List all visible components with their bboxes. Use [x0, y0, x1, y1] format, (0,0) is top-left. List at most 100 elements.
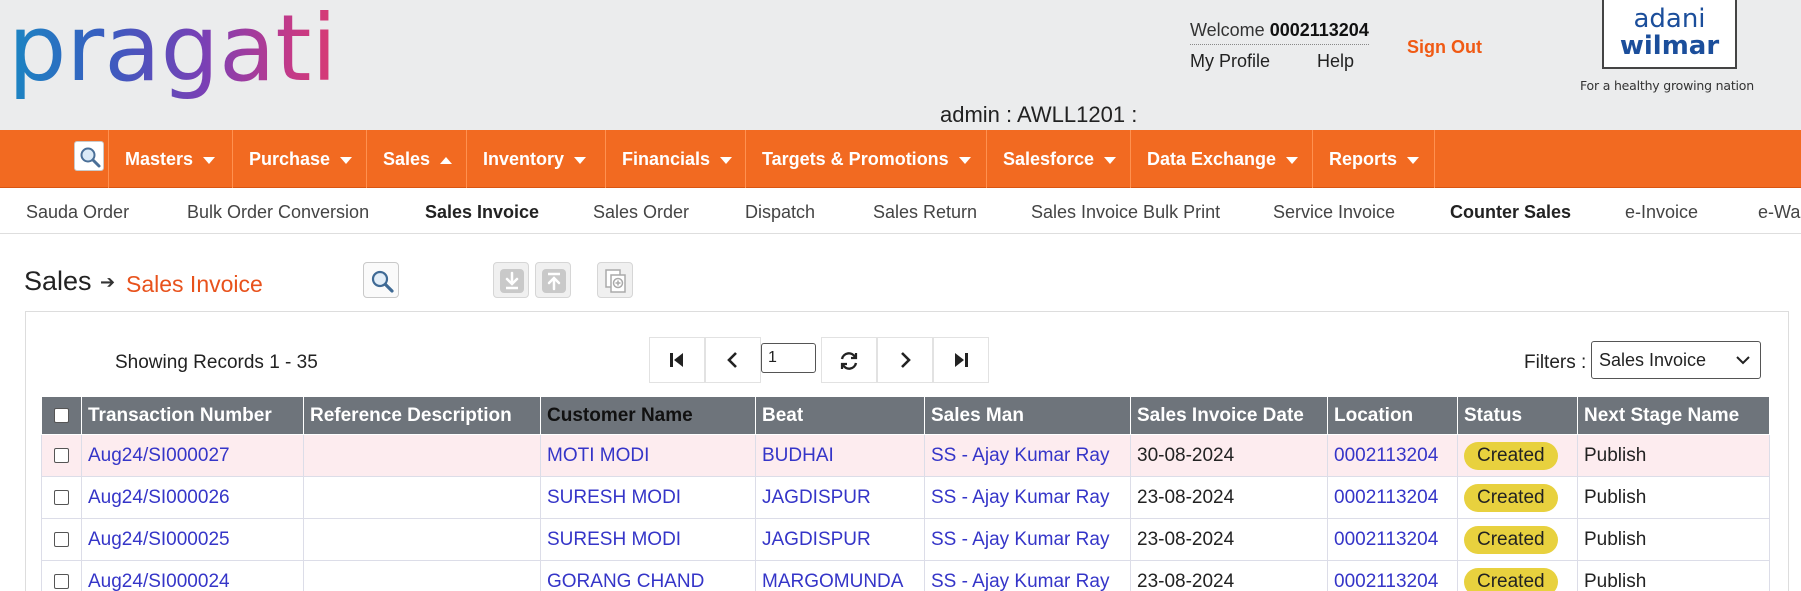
location-link[interactable]: 0002113204 [1327, 518, 1458, 561]
row-checkbox[interactable] [54, 573, 69, 589]
subnav-dispatch[interactable]: Dispatch [745, 202, 815, 223]
brand-line-1: adani [1633, 4, 1706, 34]
location-link[interactable]: 0002113204 [1327, 560, 1458, 591]
magnifier-icon [371, 270, 394, 293]
filter-selected-value: Sales Invoice [1599, 350, 1707, 370]
copy-document-button[interactable] [597, 262, 633, 298]
subnav-e-invoice[interactable]: e-Invoice [1625, 202, 1698, 223]
subnav-sauda-order[interactable]: Sauda Order [26, 202, 129, 223]
my-profile-link[interactable]: My Profile [1190, 51, 1270, 72]
search-button[interactable] [363, 262, 399, 298]
filters-label: Filters : [1524, 352, 1587, 373]
caret-down-icon [340, 156, 353, 164]
col-reference-description[interactable]: Reference Description [303, 396, 541, 435]
invoice-date: 23-08-2024 [1130, 518, 1328, 561]
first-page-icon [670, 353, 683, 367]
customer-name-link[interactable]: SURESH MODI [540, 476, 756, 519]
subnav-sales-invoice[interactable]: Sales Invoice [425, 202, 539, 223]
caret-down-icon [958, 156, 971, 164]
nav-purchase[interactable]: Purchase [232, 130, 366, 188]
nav-inventory[interactable]: Inventory [466, 130, 605, 188]
status-cell: Created [1457, 434, 1578, 477]
transaction-number-link[interactable]: Aug24/SI000024 [81, 560, 304, 591]
location-link[interactable]: 0002113204 [1327, 476, 1458, 519]
prev-page-button[interactable] [705, 337, 761, 383]
customer-name-link[interactable]: GORANG CHAND [540, 560, 756, 591]
caret-down-icon [720, 156, 733, 164]
welcome-prefix: Welcome [1190, 20, 1265, 40]
showing-records: Showing Records 1 - 35 [115, 352, 318, 373]
sales-man-link[interactable]: SS - Ajay Kumar Ray [924, 476, 1131, 519]
beat-link[interactable]: JAGDISPUR [755, 518, 925, 561]
transaction-number-link[interactable]: Aug24/SI000027 [81, 434, 304, 477]
chevron-left-icon [727, 352, 737, 368]
breadcrumb-parent[interactable]: Sales [24, 266, 92, 297]
admin-label: admin : AWLL1201 : [940, 102, 1138, 127]
subnav-e-way[interactable]: e-Wa [1758, 202, 1800, 223]
sales-man-link[interactable]: SS - Ajay Kumar Ray [924, 518, 1131, 561]
table-row[interactable]: Aug24/SI000025 SURESH MODI JAGDISPUR SS … [41, 518, 1770, 561]
table-row[interactable]: Aug24/SI000024 GORANG CHAND MARGOMUNDA S… [41, 560, 1770, 591]
nav-financials[interactable]: Financials [605, 130, 745, 188]
table-header-row: Transaction Number Reference Description… [41, 396, 1770, 435]
col-status[interactable]: Status [1457, 396, 1578, 435]
beat-link[interactable]: JAGDISPUR [755, 476, 925, 519]
transaction-number-link[interactable]: Aug24/SI000026 [81, 476, 304, 519]
location-link[interactable]: 0002113204 [1327, 434, 1458, 477]
col-location[interactable]: Location [1327, 396, 1458, 435]
help-link[interactable]: Help [1317, 51, 1354, 72]
subnav-counter-sales[interactable]: Counter Sales [1450, 202, 1571, 223]
status-cell: Created [1457, 560, 1578, 591]
nav-data-exchange[interactable]: Data Exchange [1130, 130, 1312, 188]
subnav-sales-invoice-bulk-print[interactable]: Sales Invoice Bulk Print [1031, 202, 1220, 223]
reference-description [303, 476, 541, 519]
nav-salesforce[interactable]: Salesforce [986, 130, 1130, 188]
col-customer-name[interactable]: Customer Name [540, 396, 756, 435]
first-page-button[interactable] [649, 337, 705, 383]
last-page-icon [955, 353, 968, 367]
caret-down-icon [203, 156, 216, 164]
sales-man-link[interactable]: SS - Ajay Kumar Ray [924, 434, 1131, 477]
subnav-sales-order[interactable]: Sales Order [593, 202, 689, 223]
select-all-checkbox[interactable] [54, 407, 69, 423]
download-button[interactable] [493, 262, 529, 298]
sales-man-link[interactable]: SS - Ajay Kumar Ray [924, 560, 1131, 591]
subnav-service-invoice[interactable]: Service Invoice [1273, 202, 1395, 223]
chevron-right-icon [901, 352, 911, 368]
refresh-button[interactable] [821, 337, 877, 383]
next-page-button[interactable] [877, 337, 933, 383]
nav-sales[interactable]: Sales [366, 130, 466, 188]
subnav-sales-return[interactable]: Sales Return [873, 202, 977, 223]
upload-button[interactable] [535, 262, 571, 298]
download-icon [500, 269, 524, 293]
beat-link[interactable]: BUDHAI [755, 434, 925, 477]
beat-link[interactable]: MARGOMUNDA [755, 560, 925, 591]
subnav-bulk-order-conversion[interactable]: Bulk Order Conversion [187, 202, 369, 223]
nav-masters[interactable]: Masters [108, 130, 232, 188]
sign-out-link[interactable]: Sign Out [1407, 37, 1482, 58]
pragati-logo[interactable]: pragati [8, 0, 337, 104]
last-page-button[interactable] [933, 337, 989, 383]
page-number-input[interactable] [761, 343, 816, 373]
invoice-date: 30-08-2024 [1130, 434, 1328, 477]
col-next-stage-name[interactable]: Next Stage Name [1577, 396, 1770, 435]
row-checkbox[interactable] [54, 447, 69, 463]
row-checkbox[interactable] [54, 531, 69, 547]
customer-name-link[interactable]: MOTI MODI [540, 434, 756, 477]
col-sales-invoice-date[interactable]: Sales Invoice Date [1130, 396, 1328, 435]
col-beat[interactable]: Beat [755, 396, 925, 435]
caret-down-icon [1407, 156, 1420, 164]
nav-reports[interactable]: Reports [1312, 130, 1434, 188]
col-sales-man[interactable]: Sales Man [924, 396, 1131, 435]
filter-select[interactable]: Sales Invoice [1591, 341, 1761, 379]
customer-name-link[interactable]: SURESH MODI [540, 518, 756, 561]
status-cell: Created [1457, 476, 1578, 519]
table-row[interactable]: Aug24/SI000026 SURESH MODI JAGDISPUR SS … [41, 476, 1770, 519]
transaction-number-link[interactable]: Aug24/SI000025 [81, 518, 304, 561]
nav-targets-promotions[interactable]: Targets & Promotions [745, 130, 986, 188]
next-stage-name: Publish [1577, 560, 1770, 591]
table-row[interactable]: Aug24/SI000027 MOTI MODI BUDHAI SS - Aja… [41, 434, 1770, 477]
col-transaction-number[interactable]: Transaction Number [81, 396, 304, 435]
row-checkbox[interactable] [54, 489, 69, 505]
nav-search-button[interactable] [74, 141, 104, 171]
